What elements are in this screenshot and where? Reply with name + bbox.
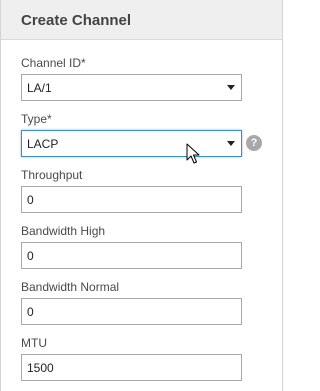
chevron-down-icon — [227, 85, 235, 90]
type-label: Type* — [21, 112, 52, 126]
help-icon[interactable]: ? — [246, 135, 262, 151]
throughput-value: 0 — [27, 193, 34, 207]
mtu-value: 1500 — [27, 361, 54, 375]
channel-id-select[interactable]: LA/1 — [21, 74, 242, 101]
throughput-input[interactable]: 0 — [21, 186, 242, 213]
bandwidth-normal-value: 0 — [27, 305, 34, 319]
mtu-label: MTU — [21, 336, 47, 350]
mouse-pointer-icon — [186, 143, 200, 164]
mtu-input[interactable]: 1500 — [21, 354, 242, 381]
dialog-header: Create Channel — [1, 0, 282, 40]
create-channel-dialog: Create Channel Channel ID* LA/1 Type* LA… — [0, 0, 283, 391]
bandwidth-high-input[interactable]: 0 — [21, 242, 242, 269]
chevron-down-icon — [227, 141, 235, 146]
throughput-label: Throughput — [21, 168, 83, 182]
bandwidth-normal-input[interactable]: 0 — [21, 298, 242, 325]
type-select[interactable]: LACP — [21, 130, 242, 157]
channel-id-label: Channel ID* — [21, 56, 86, 70]
bandwidth-high-value: 0 — [27, 249, 34, 263]
channel-id-value: LA/1 — [27, 81, 52, 95]
bandwidth-normal-label: Bandwidth Normal — [21, 280, 120, 294]
dialog-title: Create Channel — [21, 12, 132, 29]
type-value: LACP — [27, 137, 59, 151]
bandwidth-high-label: Bandwidth High — [21, 224, 106, 238]
